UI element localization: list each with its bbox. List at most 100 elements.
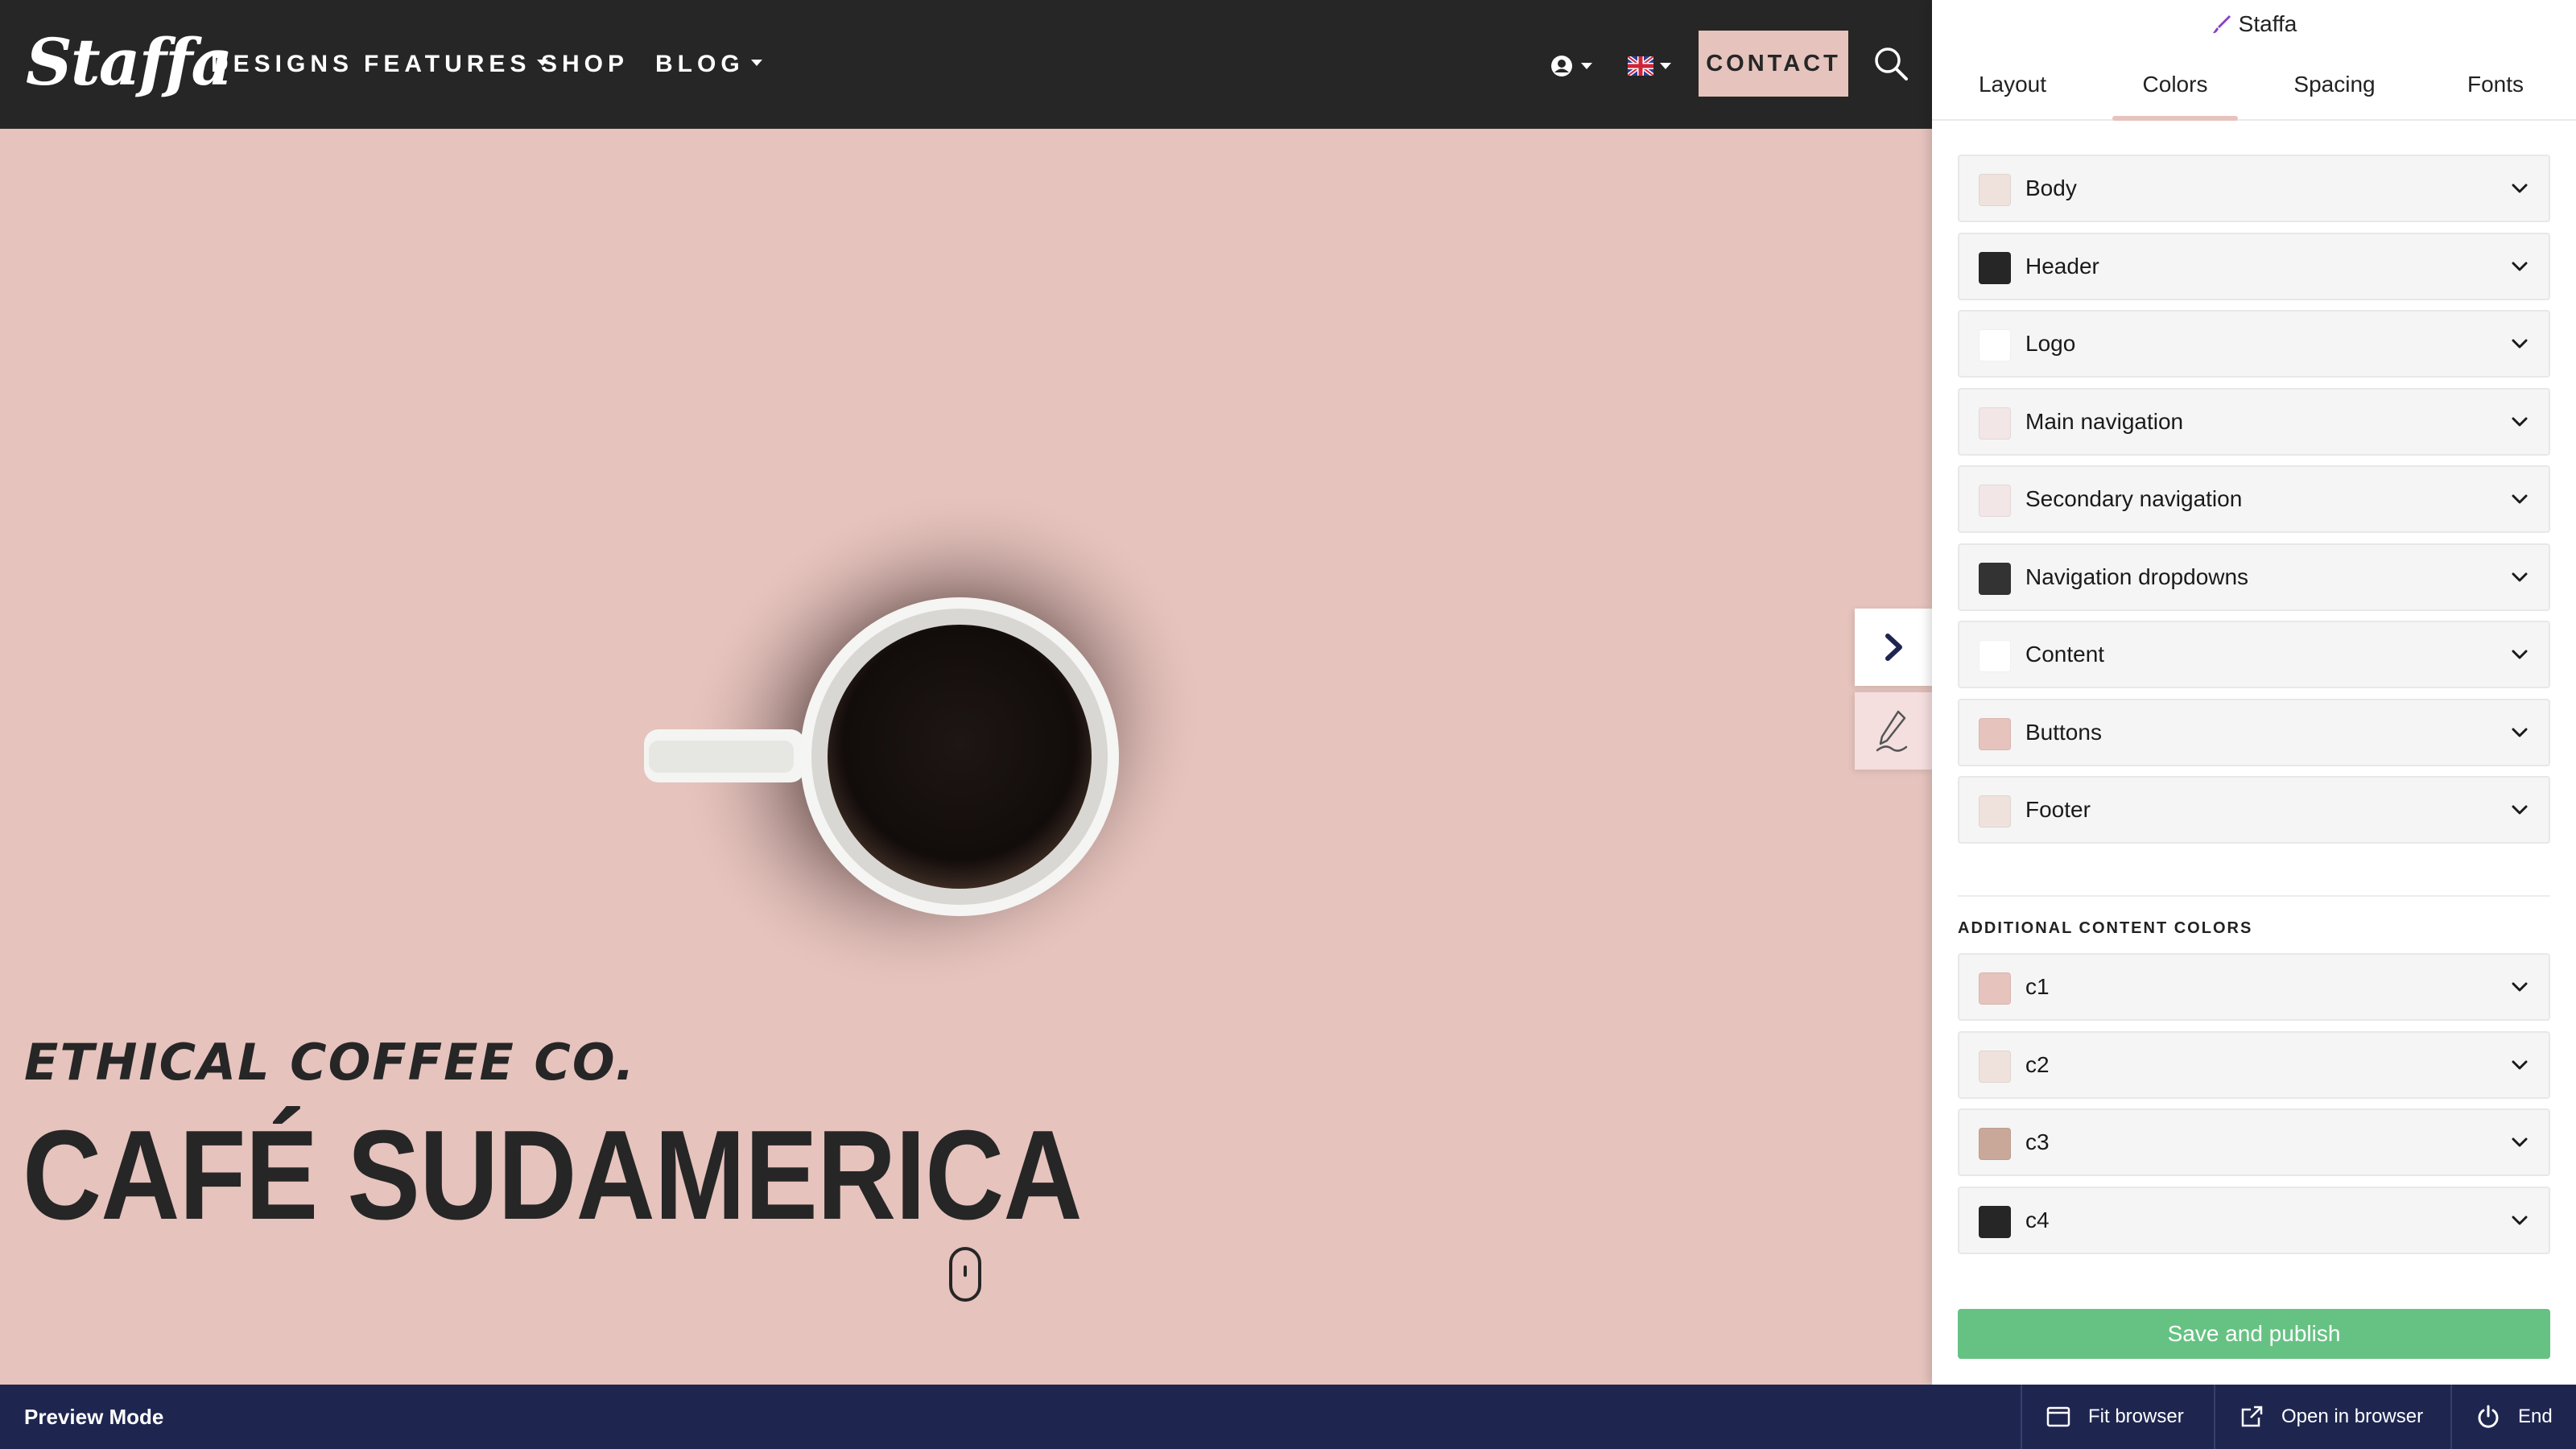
color-setting-label: Footer [2025, 797, 2091, 822]
chevron-down-icon[interactable] [2508, 411, 2531, 433]
color-swatch[interactable] [1979, 485, 2011, 517]
chevron-down-icon[interactable] [2508, 332, 2531, 355]
editor-panel: Staffa Layout Colors Spacing Fonts Body H… [1932, 0, 2576, 1385]
color-setting-row[interactable]: c4 [1958, 1186, 2550, 1254]
caret-down-icon [1660, 63, 1671, 69]
contact-button[interactable]: CONTACT [1699, 31, 1848, 97]
save-and-publish-button[interactable]: Save and publish [1958, 1309, 2550, 1359]
color-swatch[interactable] [1979, 1205, 2011, 1238]
nav-blog[interactable]: BLOG [655, 47, 762, 82]
site-logo[interactable]: Staffa [26, 18, 233, 106]
chevron-right-icon [1885, 634, 1902, 661]
color-setting-row[interactable]: c2 [1958, 1030, 2550, 1099]
color-setting-row[interactable]: Buttons [1958, 698, 2550, 766]
nav-label: SHOP [541, 51, 630, 77]
chevron-down-icon[interactable] [2508, 1054, 2531, 1076]
open-in-browser-label: Open in browser [2281, 1406, 2424, 1427]
section-divider [1958, 895, 2550, 897]
color-setting-label: c4 [2025, 1207, 2050, 1232]
uk-flag-icon [1628, 56, 1653, 76]
end-label: End [2518, 1406, 2553, 1427]
color-setting-label: c3 [2025, 1129, 2050, 1154]
chevron-down-icon[interactable] [2508, 1131, 2531, 1154]
color-setting-row[interactable]: Body [1958, 155, 2550, 222]
chevron-down-icon[interactable] [2508, 177, 2531, 200]
edit-button[interactable] [1855, 692, 1932, 770]
nav-label: BLOG [655, 51, 745, 77]
window-icon [2046, 1406, 2070, 1427]
color-setting-row[interactable]: Header [1958, 232, 2550, 300]
nav-label: FEATURES [364, 51, 531, 77]
chevron-down-icon[interactable] [2508, 799, 2531, 821]
color-swatch[interactable] [1979, 972, 2011, 1005]
color-setting-row[interactable]: Main navigation [1958, 387, 2550, 456]
color-swatch[interactable] [1979, 407, 2011, 440]
site-header: Staffa DESIGNS FEATURES SHOP BLOG CONTAC… [0, 0, 1932, 129]
collapse-panel-button[interactable] [1855, 609, 1932, 686]
mouse-scroll-icon[interactable] [948, 1246, 982, 1302]
color-setting-row[interactable]: c3 [1958, 1108, 2550, 1176]
nav-designs[interactable]: DESIGNS [211, 47, 353, 82]
tab-layout[interactable]: Layout [1932, 50, 2093, 119]
chevron-down-icon[interactable] [2508, 643, 2531, 666]
color-setting-label: Buttons [2025, 719, 2102, 745]
color-swatch[interactable] [1979, 1128, 2011, 1160]
color-setting-row[interactable]: Footer [1958, 776, 2550, 844]
external-link-icon [2241, 1406, 2263, 1427]
chevron-down-icon[interactable] [2508, 721, 2531, 744]
fit-browser-button[interactable]: Fit browser [2021, 1385, 2214, 1449]
color-setting-label: Logo [2025, 331, 2076, 356]
color-swatch[interactable] [1979, 174, 2011, 206]
coffee-cup-image [644, 499, 1206, 993]
preview-toolbar: Preview Mode Fit browser Open in browser… [0, 1385, 2576, 1449]
hero-subtitle: ETHICAL COFFEE CO. [24, 1033, 636, 1092]
chevron-down-icon[interactable] [2508, 566, 2531, 588]
tab-colors[interactable]: Colors [2112, 50, 2238, 121]
preview-mode-label: Preview Mode [24, 1405, 164, 1429]
color-setting-row[interactable]: Navigation dropdowns [1958, 543, 2550, 611]
nav-shop[interactable]: SHOP [541, 47, 629, 82]
user-circle-icon [1551, 56, 1572, 76]
open-in-browser-button[interactable]: Open in browser [2214, 1385, 2450, 1449]
color-setting-row[interactable]: Content [1958, 621, 2550, 688]
color-setting-label: c1 [2025, 974, 2050, 999]
color-swatch[interactable] [1979, 251, 2011, 284]
color-setting-row[interactable]: Secondary navigation [1958, 465, 2550, 533]
color-setting-label: Secondary navigation [2025, 486, 2243, 511]
chevron-down-icon[interactable] [2508, 488, 2531, 510]
color-swatch[interactable] [1979, 329, 2011, 361]
tab-fonts[interactable]: Fonts [2415, 50, 2576, 119]
color-setting-label: Content [2025, 642, 2105, 667]
end-button[interactable]: End [2450, 1385, 2576, 1449]
color-setting-row[interactable]: c1 [1958, 953, 2550, 1021]
additional-colors-heading: ADDITIONAL CONTENT COLORS [1958, 919, 2253, 937]
color-setting-label: Main navigation [2025, 408, 2184, 434]
color-setting-row[interactable]: Logo [1958, 310, 2550, 378]
chevron-down-icon[interactable] [2508, 976, 2531, 998]
color-setting-label: Body [2025, 175, 2077, 200]
color-swatch[interactable] [1979, 1050, 2011, 1083]
nav-features[interactable]: FEATURES [364, 47, 549, 82]
chevron-down-icon[interactable] [2508, 255, 2531, 278]
account-menu[interactable] [1550, 50, 1592, 82]
pencil-icon [1876, 710, 1908, 752]
color-swatch[interactable] [1979, 717, 2011, 750]
caret-down-icon [1581, 63, 1592, 69]
color-swatch[interactable] [1979, 795, 2011, 828]
search-icon[interactable] [1872, 45, 1909, 82]
nav-label: DESIGNS [211, 51, 354, 77]
brush-icon [2212, 15, 2231, 34]
panel-title-text: Staffa [2238, 11, 2297, 36]
tab-spacing[interactable]: Spacing [2254, 50, 2415, 119]
color-setting-label: Navigation dropdowns [2025, 564, 2249, 589]
site-preview: Staffa DESIGNS FEATURES SHOP BLOG CONTAC… [0, 0, 1932, 1385]
language-menu[interactable] [1628, 50, 1671, 82]
color-setting-label: c2 [2025, 1051, 2050, 1077]
color-swatch[interactable] [1979, 640, 2011, 672]
power-icon [2478, 1405, 2499, 1428]
hero-title: CAFÉ SUDAMERICA [23, 1104, 1083, 1246]
chevron-down-icon[interactable] [2508, 1209, 2531, 1232]
color-swatch[interactable] [1979, 562, 2011, 595]
fit-browser-label: Fit browser [2088, 1406, 2184, 1427]
panel-title: Staffa [1932, 0, 2576, 48]
